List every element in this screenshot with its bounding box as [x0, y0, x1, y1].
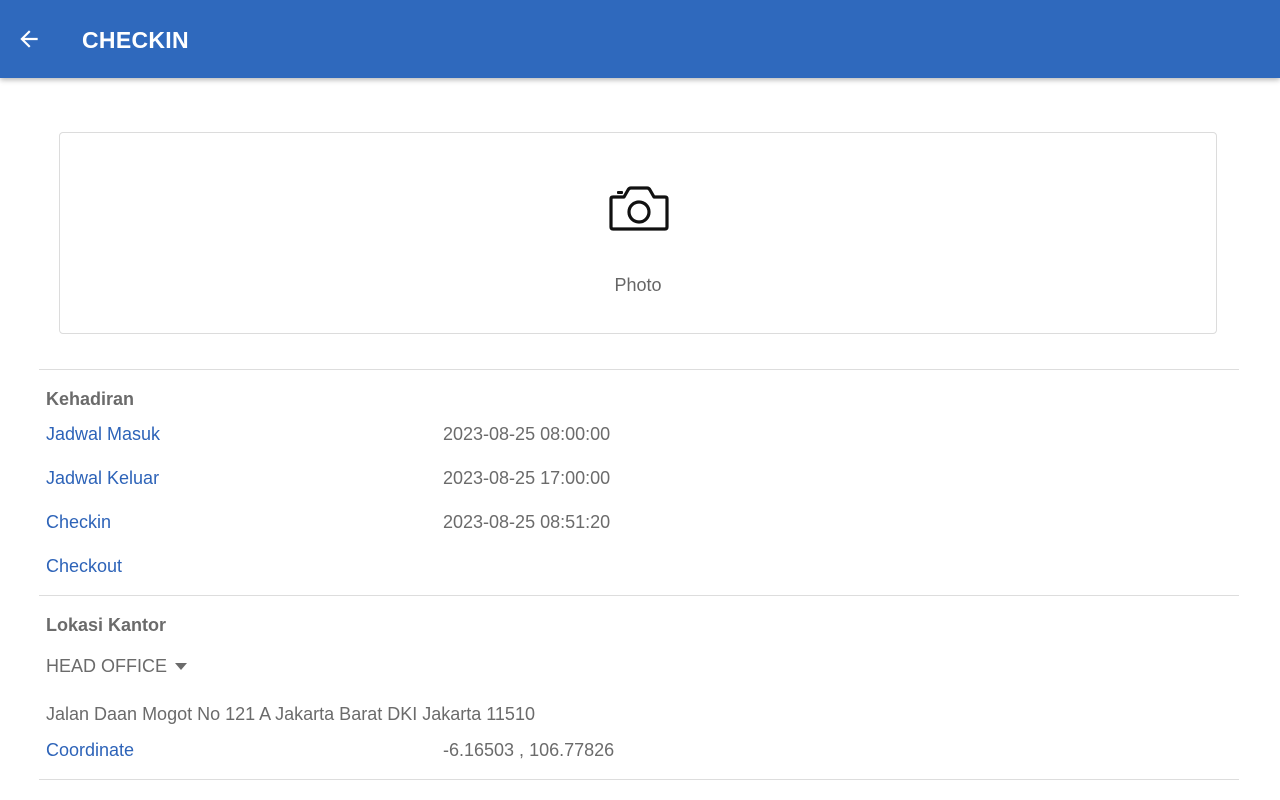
label-jadwal-masuk: Jadwal Masuk [46, 424, 161, 444]
divider [39, 595, 1239, 596]
caret-down-icon [175, 662, 188, 670]
office-select[interactable]: HEAD OFFICE [46, 654, 188, 678]
divider [39, 779, 1239, 780]
label-jadwal-keluar: Jadwal Keluar [46, 468, 160, 488]
photo-capture-card[interactable]: Photo [59, 132, 1217, 334]
section-title-kehadiran: Kehadiran [46, 389, 135, 409]
page-title: CHECKIN [82, 27, 189, 53]
label-checkout: Checkout [46, 556, 123, 576]
label-coordinate: Coordinate [46, 740, 135, 760]
back-button[interactable] [14, 24, 44, 54]
arrow-left-icon [20, 30, 38, 48]
value-jadwal-keluar: 2023-08-25 17:00:00 [443, 468, 611, 488]
divider [39, 369, 1239, 370]
value-checkin: 2023-08-25 08:51:20 [443, 512, 611, 532]
office-address: Jalan Daan Mogot No 121 A Jakarta Barat … [46, 704, 535, 724]
photo-label: Photo [614, 275, 662, 295]
office-select-value: HEAD OFFICE [46, 656, 168, 676]
label-checkin: Checkin [46, 512, 112, 532]
camera-icon [609, 186, 669, 231]
app-bar: CHECKIN [0, 0, 1280, 78]
value-jadwal-masuk: 2023-08-25 08:00:00 [443, 424, 611, 444]
value-coordinate: -6.16503 , 106.77826 [443, 740, 615, 760]
section-title-lokasi-kantor: Lokasi Kantor [46, 615, 167, 635]
